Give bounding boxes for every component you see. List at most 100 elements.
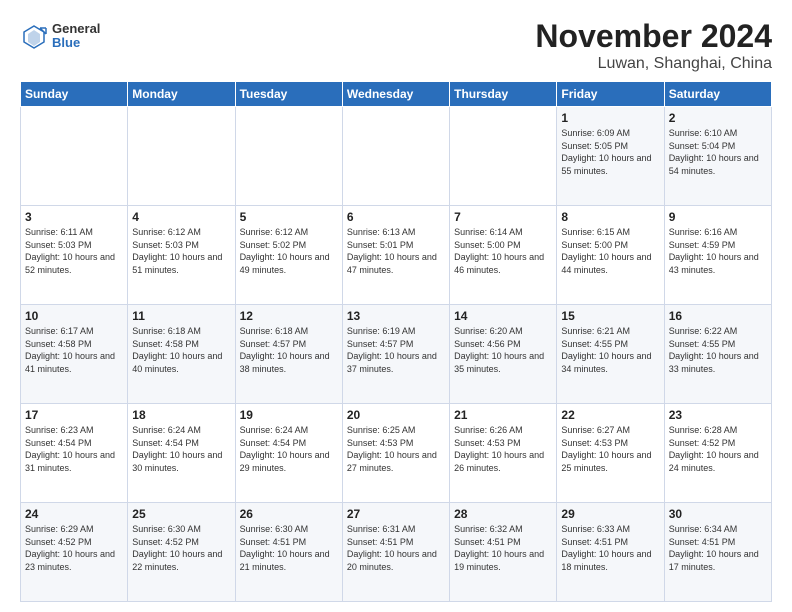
day-info: Sunrise: 6:12 AMSunset: 5:03 PMDaylight:… — [132, 227, 222, 275]
day-info: Sunrise: 6:21 AMSunset: 4:55 PMDaylight:… — [561, 326, 651, 374]
day-number: 27 — [347, 507, 445, 521]
day-number: 12 — [240, 309, 338, 323]
day-cell: 7 Sunrise: 6:14 AMSunset: 5:00 PMDaylight… — [450, 206, 557, 305]
day-cell: 18Sunrise: 6:24 AMSunset: 4:54 PMDayligh… — [128, 404, 235, 503]
logo-blue: Blue — [52, 36, 100, 50]
logo-general: General — [52, 22, 100, 36]
day-cell — [342, 107, 449, 206]
day-info: Sunrise: 6:29 AMSunset: 4:52 PMDaylight:… — [25, 524, 115, 572]
header-thursday: Thursday — [450, 82, 557, 107]
day-info: Sunrise: 6:20 AMSunset: 4:56 PMDaylight:… — [454, 326, 544, 374]
day-number: 24 — [25, 507, 123, 521]
day-info: Sunrise: 6:18 AMSunset: 4:57 PMDaylight:… — [240, 326, 330, 374]
calendar-body: 1 Sunrise: 6:09 AMSunset: 5:05 PMDaylight… — [21, 107, 772, 602]
day-cell: 6Sunrise: 6:13 AMSunset: 5:01 PMDaylight… — [342, 206, 449, 305]
day-number: 5 — [240, 210, 338, 224]
day-info: Sunrise: 6:30 AMSunset: 4:52 PMDaylight:… — [132, 524, 222, 572]
day-cell: 24 Sunrise: 6:29 AMSunset: 4:52 PMDayligh… — [21, 503, 128, 602]
week-row-0: 1 Sunrise: 6:09 AMSunset: 5:05 PMDaylight… — [21, 107, 772, 206]
day-number: 1 — [561, 111, 659, 125]
day-cell: 11 Sunrise: 6:18 AMSunset: 4:58 PMDayligh… — [128, 305, 235, 404]
calendar: SundayMondayTuesdayWednesdayThursdayFrid… — [20, 81, 772, 602]
day-info: Sunrise: 6:33 AMSunset: 4:51 PMDaylight:… — [561, 524, 651, 572]
day-info: Sunrise: 6:30 AMSunset: 4:51 PMDaylight:… — [240, 524, 330, 572]
page: General Blue November 2024 Luwan, Shangh… — [0, 0, 792, 612]
day-number: 11 — [132, 309, 230, 323]
day-cell: 28 Sunrise: 6:32 AMSunset: 4:51 PMDayligh… — [450, 503, 557, 602]
day-info: Sunrise: 6:13 AMSunset: 5:01 PMDaylight:… — [347, 227, 437, 275]
day-number: 22 — [561, 408, 659, 422]
day-cell: 16Sunrise: 6:22 AMSunset: 4:55 PMDayligh… — [664, 305, 771, 404]
week-row-3: 17 Sunrise: 6:23 AMSunset: 4:54 PMDayligh… — [21, 404, 772, 503]
day-cell: 10Sunrise: 6:17 AMSunset: 4:58 PMDayligh… — [21, 305, 128, 404]
day-info: Sunrise: 6:27 AMSunset: 4:53 PMDaylight:… — [561, 425, 651, 473]
day-info: Sunrise: 6:34 AMSunset: 4:51 PMDaylight:… — [669, 524, 759, 572]
day-number: 26 — [240, 507, 338, 521]
day-cell — [21, 107, 128, 206]
day-cell: 22 Sunrise: 6:27 AMSunset: 4:53 PMDayligh… — [557, 404, 664, 503]
day-number: 8 — [561, 210, 659, 224]
day-info: Sunrise: 6:10 AMSunset: 5:04 PMDaylight:… — [669, 128, 759, 176]
calendar-header: SundayMondayTuesdayWednesdayThursdayFrid… — [21, 82, 772, 107]
day-number: 25 — [132, 507, 230, 521]
title-block: November 2024 Luwan, Shanghai, China — [535, 18, 772, 73]
day-number: 30 — [669, 507, 767, 521]
day-number: 2 — [669, 111, 767, 125]
day-cell: 17 Sunrise: 6:23 AMSunset: 4:54 PMDayligh… — [21, 404, 128, 503]
header-friday: Friday — [557, 82, 664, 107]
day-info: Sunrise: 6:31 AMSunset: 4:51 PMDaylight:… — [347, 524, 437, 572]
logo: General Blue — [20, 22, 100, 51]
day-cell: 2 Sunrise: 6:10 AMSunset: 5:04 PMDaylight… — [664, 107, 771, 206]
day-number: 23 — [669, 408, 767, 422]
day-info: Sunrise: 6:11 AMSunset: 5:03 PMDaylight:… — [25, 227, 115, 275]
week-row-4: 24 Sunrise: 6:29 AMSunset: 4:52 PMDayligh… — [21, 503, 772, 602]
day-info: Sunrise: 6:15 AMSunset: 5:00 PMDaylight:… — [561, 227, 651, 275]
day-number: 9 — [669, 210, 767, 224]
day-cell: 8 Sunrise: 6:15 AMSunset: 5:00 PMDaylight… — [557, 206, 664, 305]
day-cell: 21Sunrise: 6:26 AMSunset: 4:53 PMDayligh… — [450, 404, 557, 503]
week-row-2: 10Sunrise: 6:17 AMSunset: 4:58 PMDayligh… — [21, 305, 772, 404]
day-cell: 25 Sunrise: 6:30 AMSunset: 4:52 PMDayligh… — [128, 503, 235, 602]
day-cell: 20Sunrise: 6:25 AMSunset: 4:53 PMDayligh… — [342, 404, 449, 503]
day-cell: 29 Sunrise: 6:33 AMSunset: 4:51 PMDayligh… — [557, 503, 664, 602]
day-cell: 30 Sunrise: 6:34 AMSunset: 4:51 PMDayligh… — [664, 503, 771, 602]
day-info: Sunrise: 6:24 AMSunset: 4:54 PMDaylight:… — [240, 425, 330, 473]
day-number: 20 — [347, 408, 445, 422]
header: General Blue November 2024 Luwan, Shangh… — [20, 18, 772, 73]
header-monday: Monday — [128, 82, 235, 107]
day-info: Sunrise: 6:14 AMSunset: 5:00 PMDaylight:… — [454, 227, 544, 275]
day-number: 29 — [561, 507, 659, 521]
header-tuesday: Tuesday — [235, 82, 342, 107]
day-cell: 3 Sunrise: 6:11 AMSunset: 5:03 PMDaylight… — [21, 206, 128, 305]
day-cell: 19 Sunrise: 6:24 AMSunset: 4:54 PMDayligh… — [235, 404, 342, 503]
day-number: 3 — [25, 210, 123, 224]
header-saturday: Saturday — [664, 82, 771, 107]
day-info: Sunrise: 6:19 AMSunset: 4:57 PMDaylight:… — [347, 326, 437, 374]
day-number: 14 — [454, 309, 552, 323]
day-cell: 9Sunrise: 6:16 AMSunset: 4:59 PMDaylight… — [664, 206, 771, 305]
day-cell: 15Sunrise: 6:21 AMSunset: 4:55 PMDayligh… — [557, 305, 664, 404]
day-number: 28 — [454, 507, 552, 521]
day-cell: 27 Sunrise: 6:31 AMSunset: 4:51 PMDayligh… — [342, 503, 449, 602]
logo-icon — [20, 22, 48, 50]
day-number: 17 — [25, 408, 123, 422]
week-row-1: 3 Sunrise: 6:11 AMSunset: 5:03 PMDaylight… — [21, 206, 772, 305]
day-info: Sunrise: 6:28 AMSunset: 4:52 PMDaylight:… — [669, 425, 759, 473]
day-number: 7 — [454, 210, 552, 224]
header-sunday: Sunday — [21, 82, 128, 107]
day-number: 21 — [454, 408, 552, 422]
day-info: Sunrise: 6:32 AMSunset: 4:51 PMDaylight:… — [454, 524, 544, 572]
day-cell: 23 Sunrise: 6:28 AMSunset: 4:52 PMDayligh… — [664, 404, 771, 503]
day-number: 19 — [240, 408, 338, 422]
day-cell: 12 Sunrise: 6:18 AMSunset: 4:57 PMDayligh… — [235, 305, 342, 404]
day-info: Sunrise: 6:23 AMSunset: 4:54 PMDaylight:… — [25, 425, 115, 473]
day-cell — [235, 107, 342, 206]
day-info: Sunrise: 6:18 AMSunset: 4:58 PMDaylight:… — [132, 326, 222, 374]
page-title: November 2024 — [535, 18, 772, 55]
day-number: 13 — [347, 309, 445, 323]
day-info: Sunrise: 6:09 AMSunset: 5:05 PMDaylight:… — [561, 128, 651, 176]
day-cell: 1 Sunrise: 6:09 AMSunset: 5:05 PMDaylight… — [557, 107, 664, 206]
day-cell: 4 Sunrise: 6:12 AMSunset: 5:03 PMDaylight… — [128, 206, 235, 305]
day-cell: 14 Sunrise: 6:20 AMSunset: 4:56 PMDayligh… — [450, 305, 557, 404]
day-number: 4 — [132, 210, 230, 224]
